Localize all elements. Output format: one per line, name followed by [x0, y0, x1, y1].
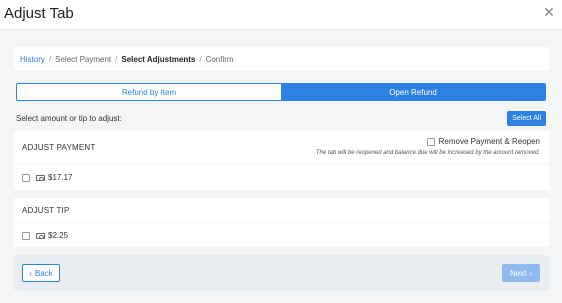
tip-amount-value: $2.25: [48, 231, 69, 240]
breadcrumb-select-adjustments: Select Adjustments: [121, 54, 196, 64]
breadcrumb: History / Select Payment / Select Adjust…: [14, 47, 550, 71]
breadcrumb-separator: /: [48, 54, 52, 64]
tip-amount-checkbox[interactable]: [22, 231, 30, 240]
breadcrumb-separator: /: [199, 54, 202, 64]
back-button[interactable]: ‹ Back: [22, 264, 60, 282]
adjust-tip-header: ADJUST TIP: [14, 198, 550, 222]
tab-refund-by-item[interactable]: Refund by Item: [17, 84, 281, 100]
cash-icon: [36, 232, 45, 239]
adjust-tip-row: $2.25: [14, 223, 550, 247]
breadcrumb-select-payment: Select Payment: [55, 54, 112, 64]
adjust-payment-header: ADJUST PAYMENT Remove Payment & Reopen T…: [14, 131, 550, 164]
next-button-label: Next: [509, 268, 527, 278]
payment-amount: $17.17: [36, 173, 72, 182]
chevron-right-icon: ›: [529, 268, 533, 278]
adjust-payment-title: ADJUST PAYMENT: [22, 143, 96, 152]
next-button[interactable]: Next ›: [502, 264, 540, 282]
cash-icon: [36, 174, 45, 181]
breadcrumb-history[interactable]: History: [20, 55, 45, 64]
modal-header: Adjust Tab ✕: [0, 0, 562, 30]
list-item: $17.17: [22, 173, 72, 182]
breadcrumb-separator: /: [115, 54, 118, 64]
adjust-payment-row: $17.17: [14, 165, 550, 190]
remove-payment-label: Remove Payment & Reopen: [438, 137, 540, 146]
list-item: $2.25: [22, 231, 68, 240]
remove-payment-note: The tab will be reopened and balance due…: [315, 150, 540, 156]
payment-amount-value: $17.17: [48, 173, 73, 182]
chevron-left-icon: ‹: [29, 268, 32, 278]
adjust-tip-title: ADJUST TIP: [22, 206, 70, 215]
select-row: Select amount or tip to adjust: Select A…: [16, 110, 546, 126]
footer: ‹ Back Next ›: [14, 255, 550, 291]
remove-payment-option: Remove Payment & Reopen: [426, 137, 540, 146]
breadcrumb-confirm: Confirm: [205, 54, 234, 64]
payment-amount-checkbox[interactable]: [22, 173, 30, 182]
select-instruction: Select amount or tip to adjust:: [16, 113, 122, 123]
tab-open-refund[interactable]: Open Refund: [281, 84, 545, 100]
close-icon[interactable]: ✕: [542, 5, 556, 19]
remove-payment-checkbox[interactable]: [426, 137, 435, 146]
back-button-label: Back: [34, 268, 53, 278]
tip-amount: $2.25: [36, 231, 68, 240]
modal-title: Adjust Tab: [4, 5, 74, 22]
select-all-button[interactable]: Select All: [507, 110, 546, 126]
refund-type-toggle: Refund by Item Open Refund: [16, 83, 546, 101]
